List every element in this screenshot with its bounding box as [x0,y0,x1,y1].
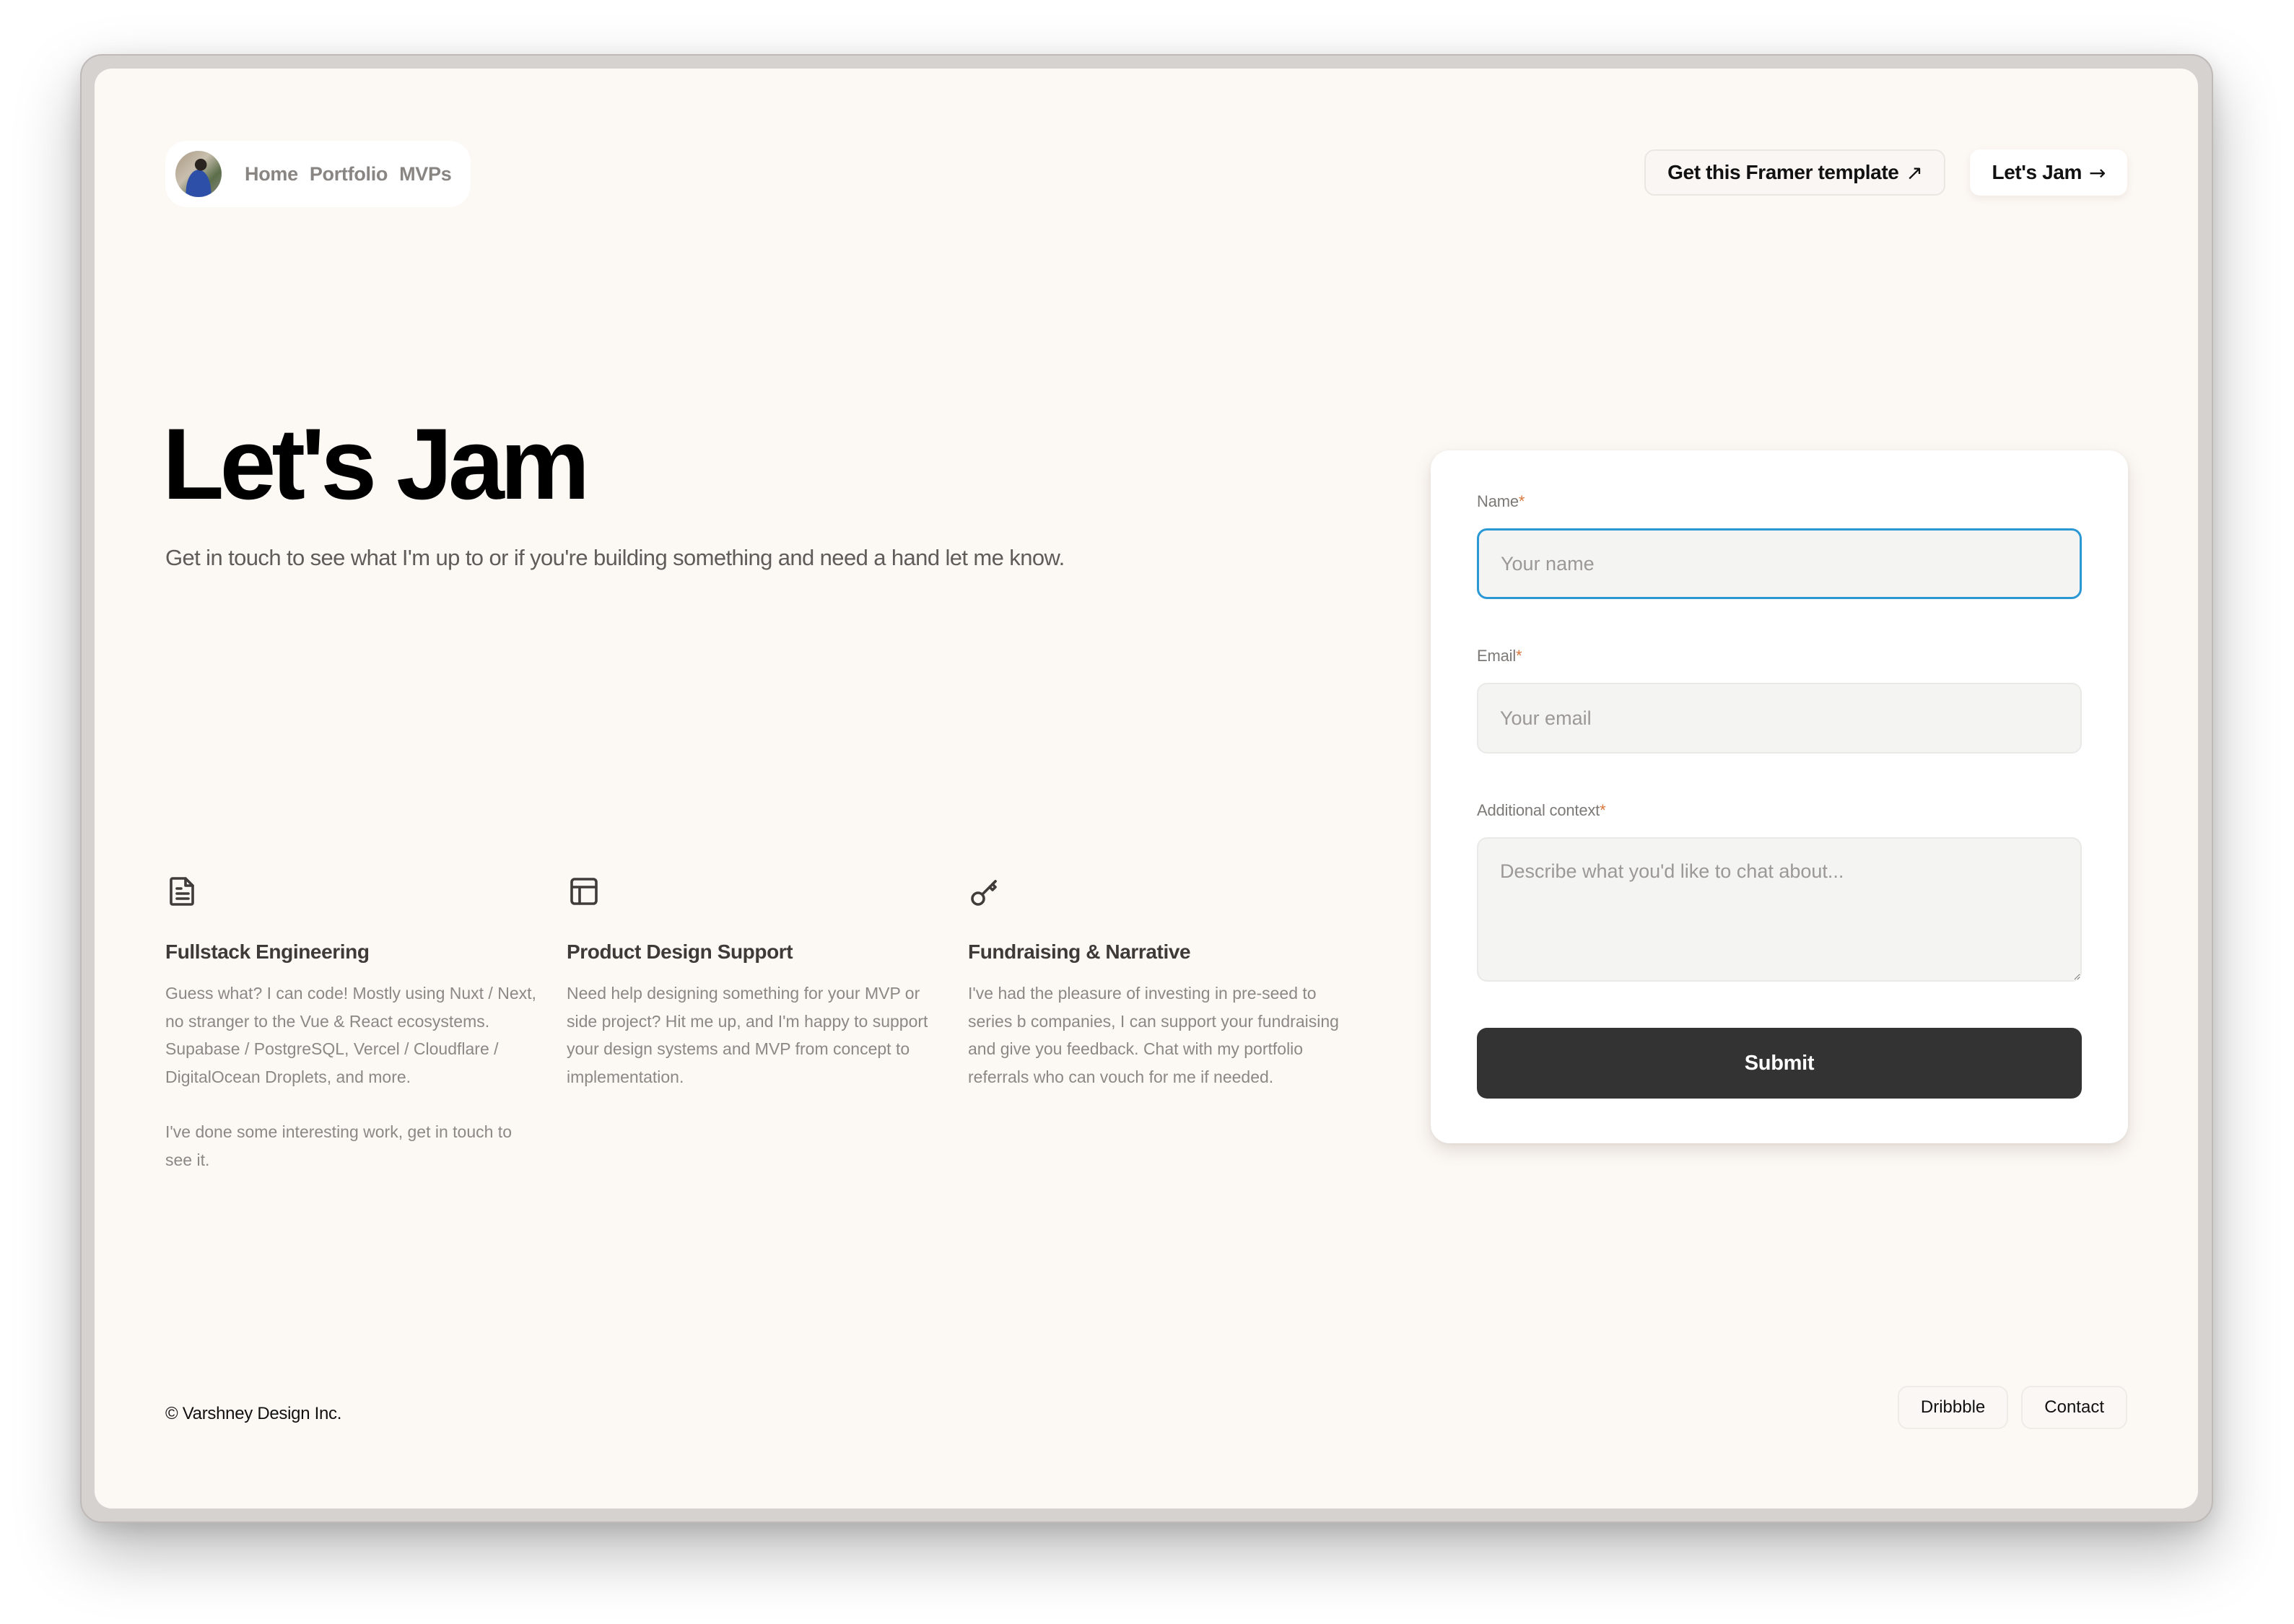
service-title: Product Design Support [567,940,793,963]
name-label-text: Name [1477,492,1519,510]
context-field-group: Additional context* [1477,801,2082,982]
service-paragraph: Need help designing something for your M… [567,984,928,1086]
nav-bar: Home Portfolio MVPs [165,141,471,207]
email-label: Email* [1477,647,1522,665]
avatar[interactable] [175,151,222,197]
contact-form: Name* Email* Additional context* Submit [1431,450,2128,1143]
email-input[interactable] [1477,683,2082,754]
nav-link-portfolio[interactable]: Portfolio [310,163,388,185]
contact-link[interactable]: Contact [2021,1386,2127,1429]
page-title: Let's Jam [162,407,590,520]
email-label-text: Email [1477,647,1517,665]
get-template-label: Get this Framer template [1667,161,1899,183]
get-template-button[interactable]: Get this Framer template ↗ [1644,149,1946,196]
required-mark: * [1600,801,1606,819]
arrow-right-icon: → [2088,160,2106,185]
arrow-up-right-icon: ↗ [1906,160,1923,185]
nav-links: Home Portfolio MVPs [245,163,452,185]
name-label: Name* [1477,492,1525,510]
service-title: Fundraising & Narrative [968,940,1191,963]
name-field-group: Name* [1477,492,2082,599]
context-label-text: Additional context [1477,801,1600,819]
lets-jam-button[interactable]: Let's Jam → [1970,149,2127,196]
submit-button[interactable]: Submit [1477,1028,2082,1099]
service-title: Fullstack Engineering [165,940,370,963]
service-description: I've had the pleasure of investing in pr… [968,979,1340,1091]
nav-link-mvps[interactable]: MVPs [399,163,452,185]
page-subtitle: Get in touch to see what I'm up to or if… [165,545,1065,570]
service-paragraph: I've had the pleasure of investing in pr… [968,984,1339,1086]
layout-icon [567,874,601,909]
service-product-design-support: Product Design Support Need help designi… [567,874,968,1174]
nav-link-home[interactable]: Home [245,163,298,185]
email-field-group: Email* [1477,647,2082,754]
page-screen: Home Portfolio MVPs Get this Framer temp… [95,69,2198,1509]
key-icon [968,874,1003,909]
service-description: Guess what? I can code! Mostly using Nux… [165,979,538,1174]
footer-links: Dribbble Contact [1897,1386,2127,1429]
header-actions: Get this Framer template ↗ Let's Jam → [1644,149,2127,196]
lets-jam-label: Let's Jam [1992,161,2082,183]
required-mark: * [1518,492,1525,510]
name-input[interactable] [1477,528,2082,599]
service-paragraph: I've done some interesting work, get in … [165,1122,512,1169]
service-fundraising-narrative: Fundraising & Narrative I've had the ple… [968,874,1369,1174]
context-textarea[interactable] [1477,837,2082,982]
service-fullstack-engineering: Fullstack Engineering Guess what? I can … [165,874,567,1174]
copyright-text: © Varshney Design Inc. [165,1404,342,1423]
context-label: Additional context* [1477,801,1606,819]
services-list: Fullstack Engineering Guess what? I can … [165,874,1369,1174]
document-icon [165,874,200,909]
service-paragraph: Guess what? I can code! Mostly using Nux… [165,984,536,1086]
dribbble-link[interactable]: Dribbble [1897,1386,2009,1429]
required-mark: * [1516,647,1522,665]
service-description: Need help designing something for your M… [567,979,939,1091]
